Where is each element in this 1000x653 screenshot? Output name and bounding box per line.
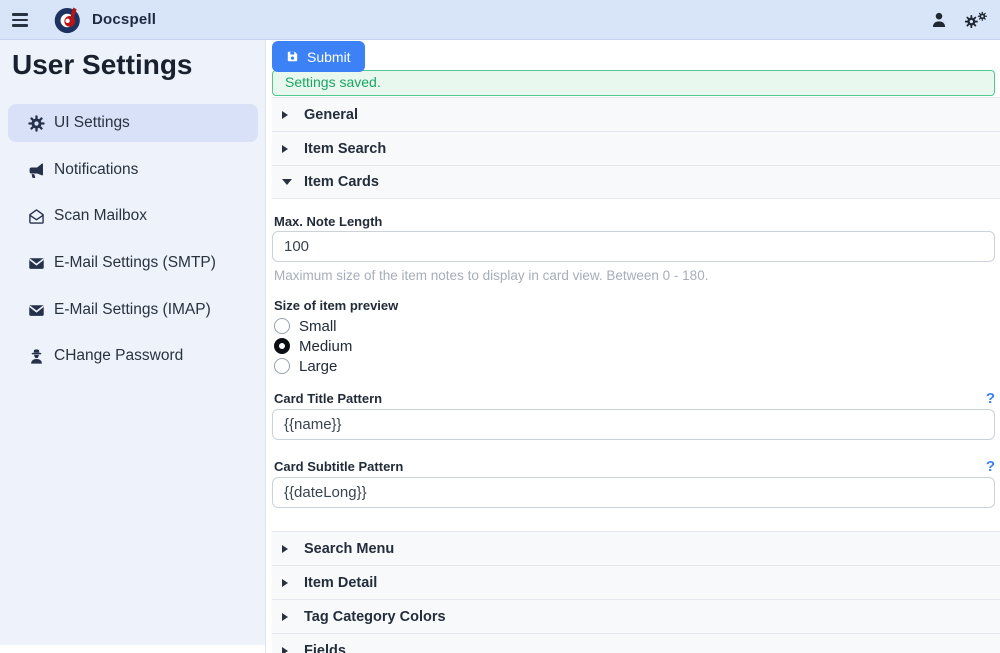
sidebar-item-label: E-Mail Settings (IMAP): [54, 301, 211, 319]
radio-label: Medium: [299, 338, 352, 355]
user-icon: [930, 11, 948, 29]
max-note-length-label: Max. Note Length: [274, 214, 382, 229]
gear-icon: [28, 115, 45, 132]
section-header-search-menu[interactable]: Search Menu: [272, 531, 1000, 565]
section-header-item-cards[interactable]: Item Cards: [272, 165, 1000, 199]
ui-settings-panel: Submit Settings saved. General Item Sear…: [266, 40, 1000, 653]
envelope-icon: [28, 302, 45, 319]
user-menu-button[interactable]: [930, 11, 948, 34]
caret-icon: [282, 647, 288, 653]
settings-sidebar: User Settings UI Settings Notifications: [0, 40, 265, 645]
sidebar-item-label: CHange Password: [54, 347, 183, 365]
megaphone-icon: [28, 162, 45, 179]
success-alert: Settings saved.: [272, 70, 995, 96]
envelope-icon: [28, 255, 45, 272]
caret-icon: [282, 579, 288, 587]
section-label: Item Detail: [304, 575, 377, 591]
user-secret-icon: [28, 348, 45, 365]
sidebar-item-notifications[interactable]: Notifications: [8, 151, 258, 189]
sidebar-item-label: Scan Mailbox: [54, 207, 147, 225]
caret-icon: [282, 145, 288, 153]
brand-name: Docspell: [92, 11, 156, 28]
sidebar-item-scan-mailbox[interactable]: Scan Mailbox: [8, 197, 258, 235]
max-note-length-help: Maximum size of the item notes to displa…: [274, 268, 708, 283]
gears-icon: [964, 11, 988, 29]
help-icon[interactable]: ?: [986, 459, 995, 474]
sidebar-item-label: Notifications: [54, 161, 138, 179]
docspell-logo-icon: [54, 5, 83, 34]
section-label: Search Menu: [304, 541, 394, 557]
section-header-tag-category-colors[interactable]: Tag Category Colors: [272, 599, 1000, 633]
section-label: Tag Category Colors: [304, 609, 446, 625]
help-icon[interactable]: ?: [986, 391, 995, 406]
section-header-item-search[interactable]: Item Search: [272, 131, 1000, 165]
radio-label: Large: [299, 358, 337, 375]
max-note-length-input[interactable]: [272, 231, 995, 262]
sidebar-item-label: UI Settings: [54, 114, 130, 132]
caret-icon: [282, 613, 288, 621]
sidebar-item-label: E-Mail Settings (SMTP): [54, 254, 216, 272]
radio-icon[interactable]: [274, 358, 290, 374]
success-alert-text: Settings saved.: [285, 74, 381, 90]
brand-home-link[interactable]: Docspell: [54, 5, 156, 34]
section-label: General: [304, 107, 358, 123]
radio-icon[interactable]: [274, 318, 290, 334]
submit-button[interactable]: Submit: [272, 41, 365, 72]
preview-size-label: Size of item preview: [274, 298, 398, 313]
card-title-pattern-label: Card Title Pattern: [274, 391, 382, 406]
page-title: User Settings: [12, 49, 193, 81]
preview-size-option-medium[interactable]: Medium: [274, 336, 352, 356]
radio-label: Small: [299, 318, 337, 335]
radio-checked-icon[interactable]: [274, 338, 290, 354]
sidebar-item-ui-settings[interactable]: UI Settings: [8, 104, 258, 142]
card-subtitle-pattern-input[interactable]: [272, 477, 995, 508]
section-label: Item Search: [304, 141, 386, 157]
card-title-pattern-input[interactable]: [272, 409, 995, 440]
caret-icon: [282, 545, 288, 553]
sidebar-item-email-smtp[interactable]: E-Mail Settings (SMTP): [8, 244, 258, 282]
caret-icon: [282, 179, 292, 185]
section-header-general[interactable]: General: [272, 97, 1000, 131]
section-label: Item Cards: [304, 174, 379, 190]
preview-size-option-large[interactable]: Large: [274, 356, 337, 376]
section-header-item-detail[interactable]: Item Detail: [272, 565, 1000, 599]
submit-label: Submit: [307, 49, 351, 65]
save-icon: [286, 50, 299, 63]
card-subtitle-pattern-label: Card Subtitle Pattern: [274, 459, 403, 474]
section-label: Fields: [304, 643, 346, 653]
docspell-app: Docspell User Settings UI Settings: [0, 0, 1000, 653]
settings-menu-button[interactable]: [964, 11, 988, 34]
section-header-fields[interactable]: Fields: [272, 633, 1000, 653]
envelope-open-icon: [28, 208, 45, 225]
top-navbar: Docspell: [0, 0, 1000, 40]
sidebar-item-email-imap[interactable]: E-Mail Settings (IMAP): [8, 291, 258, 329]
caret-icon: [282, 111, 288, 119]
sidebar-item-change-password[interactable]: CHange Password: [8, 337, 258, 375]
item-cards-form: Max. Note Length Maximum size of the ite…: [272, 200, 995, 531]
preview-size-option-small[interactable]: Small: [274, 316, 337, 336]
menu-toggle-icon[interactable]: [12, 12, 28, 28]
